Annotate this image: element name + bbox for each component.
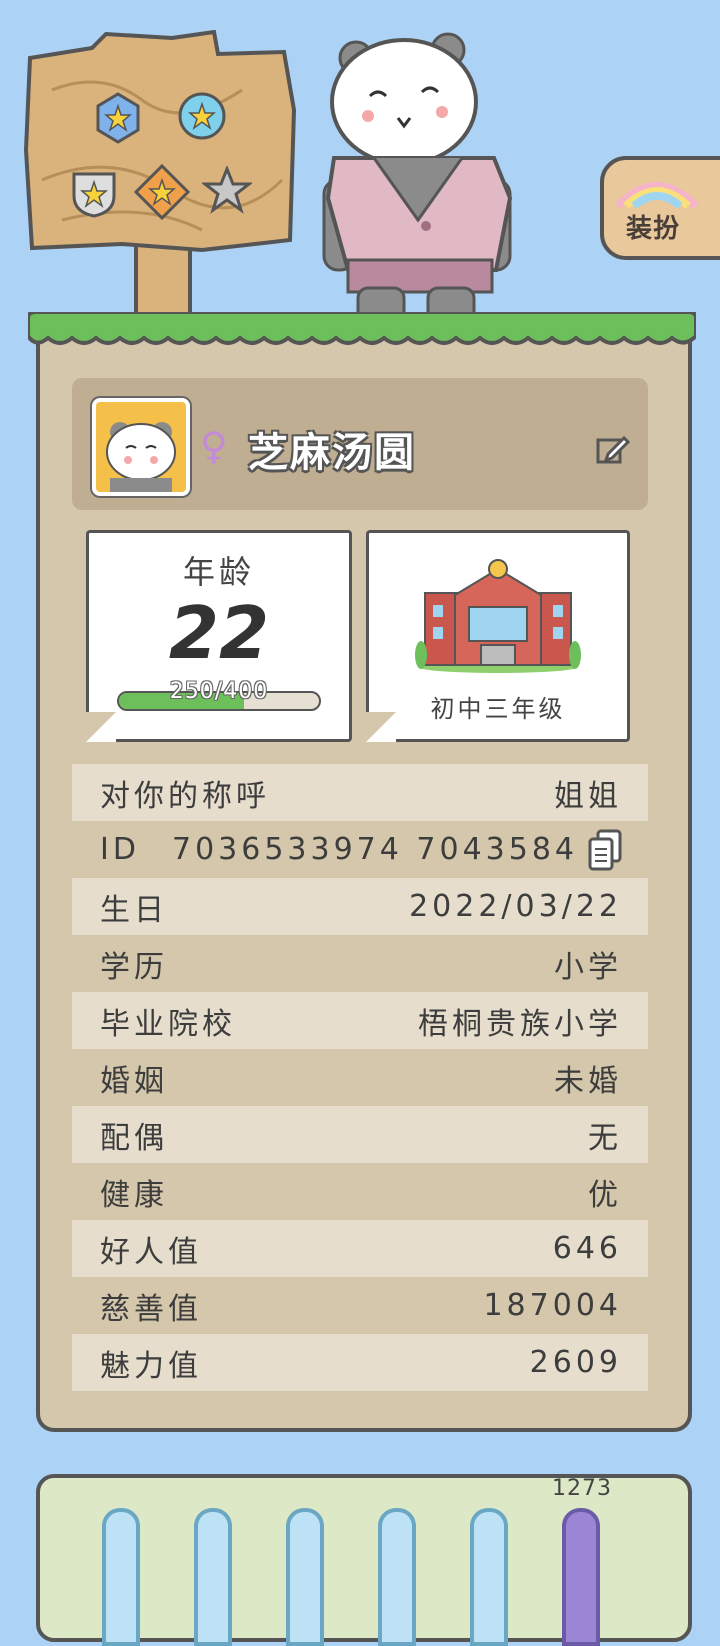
school-card[interactable]: 初中三年级 xyxy=(366,530,630,742)
info-row-school: 毕业院校 梧桐贵族小学 xyxy=(72,992,648,1049)
edit-icon[interactable] xyxy=(594,432,630,468)
info-label: 配偶 xyxy=(100,1120,168,1156)
info-row-health: 健康 优 xyxy=(72,1163,648,1220)
card-fold xyxy=(86,712,116,742)
info-label: 毕业院校 xyxy=(100,1006,236,1042)
info-label: ID xyxy=(100,832,140,867)
info-value: 梧桐贵族小学 xyxy=(418,1006,622,1042)
info-row-kindness: 好人值 646 xyxy=(72,1220,648,1277)
info-value: 7036533974 7043584 xyxy=(171,832,578,867)
diamond-star-badge-icon[interactable] xyxy=(134,164,190,220)
female-gender-icon: ♀ xyxy=(200,424,228,468)
attribute-tube[interactable] xyxy=(194,1508,232,1646)
info-label: 婚姻 xyxy=(100,1063,168,1099)
info-row-charity: 慈善值 187004 xyxy=(72,1277,648,1334)
info-row-education: 学历 小学 xyxy=(72,935,648,992)
info-value: 优 xyxy=(588,1177,622,1213)
attribute-tube[interactable] xyxy=(378,1508,416,1646)
info-label: 对你的称呼 xyxy=(100,778,270,814)
info-label: 生日 xyxy=(100,892,168,928)
attribute-tube[interactable] xyxy=(102,1508,140,1646)
age-title: 年龄 xyxy=(182,553,255,591)
info-label: 学历 xyxy=(100,949,168,985)
age-value: 22 xyxy=(168,591,270,675)
card-fold xyxy=(366,712,396,742)
flower-star-badge-icon[interactable] xyxy=(176,90,228,142)
attribute-tube[interactable] xyxy=(286,1508,324,1646)
info-row-spouse: 配偶 无 xyxy=(72,1106,648,1163)
school-grade: 初中三年级 xyxy=(430,695,566,723)
info-value: 187004 xyxy=(483,1288,622,1323)
info-label: 魅力值 xyxy=(100,1348,202,1384)
nickname: 芝麻汤圆 xyxy=(248,430,416,476)
info-value: 小学 xyxy=(554,949,622,985)
attribute-tube-active[interactable] xyxy=(562,1508,600,1646)
info-label: 好人值 xyxy=(100,1234,202,1270)
age-progress-text: 250/400 xyxy=(169,679,269,704)
shield-star-badge-icon[interactable] xyxy=(68,166,120,218)
achievement-signboard[interactable] xyxy=(22,29,302,260)
info-value: 646 xyxy=(552,1231,622,1266)
school-building-icon xyxy=(415,559,581,673)
info-row-id: ID 7036533974 7043584 xyxy=(72,821,648,878)
info-value: 姐姐 xyxy=(554,778,622,814)
grass-strip xyxy=(28,312,696,345)
info-value: 无 xyxy=(588,1120,622,1156)
info-label: 慈善值 xyxy=(100,1291,202,1327)
attribute-tube[interactable] xyxy=(470,1508,508,1646)
panda-avatar-icon xyxy=(106,422,176,492)
age-card[interactable]: 年龄 22 250/400 xyxy=(86,530,352,742)
grey-star-badge-icon[interactable] xyxy=(202,166,252,216)
info-list: 对你的称呼 姐姐 ID 7036533974 7043584 生日 2022/0… xyxy=(72,764,648,1391)
info-row-charm: 魅力值 2609 xyxy=(72,1334,648,1391)
info-label: 健康 xyxy=(100,1177,168,1213)
blue-star-badge-icon[interactable] xyxy=(92,92,144,144)
info-row-title: 对你的称呼 姐姐 xyxy=(72,764,648,821)
copy-icon[interactable] xyxy=(588,829,622,871)
info-row-marriage: 婚姻 未婚 xyxy=(72,1049,648,1106)
panda-character[interactable] xyxy=(318,30,524,330)
avatar[interactable] xyxy=(92,398,190,496)
info-value: 未婚 xyxy=(554,1063,622,1099)
rainbow-icon xyxy=(615,182,699,208)
signboard-wood xyxy=(23,29,297,253)
attribute-tube-value: 1273 xyxy=(552,1476,612,1501)
info-value: 2609 xyxy=(529,1345,622,1380)
dress-up-label: 装扮 xyxy=(626,214,681,244)
dress-up-button[interactable]: 装扮 xyxy=(600,156,720,260)
attribute-panel: 1273 xyxy=(36,1474,692,1646)
info-value: 2022/03/22 xyxy=(409,889,622,924)
info-row-birthday: 生日 2022/03/22 xyxy=(72,878,648,935)
